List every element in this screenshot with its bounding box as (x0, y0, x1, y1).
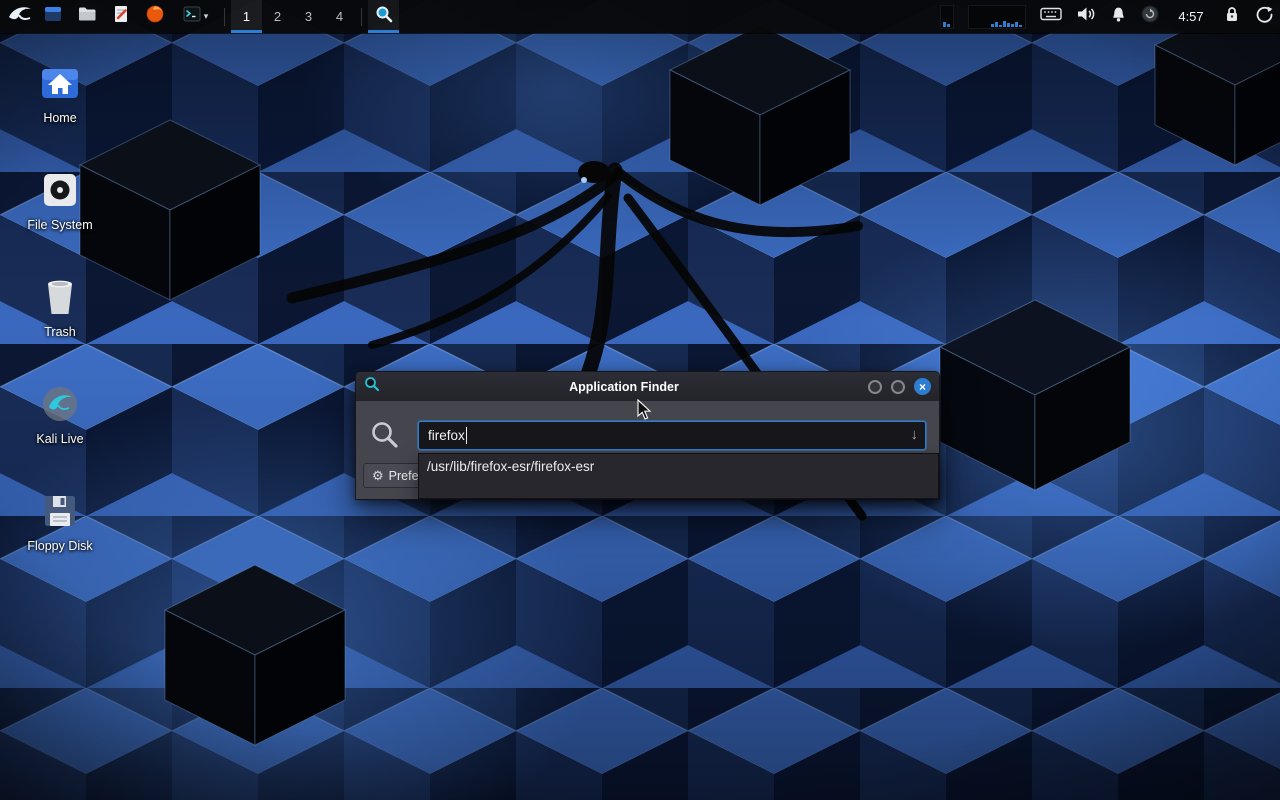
desktop-icon-label: Kali Live (36, 432, 83, 446)
lock-icon[interactable] (1223, 5, 1241, 28)
status-tray-circle-icon[interactable] (1141, 5, 1159, 28)
text-caret (466, 427, 468, 444)
launcher-dropdown-chevron-icon[interactable]: ▾ (204, 12, 209, 21)
maximize-button[interactable] (891, 380, 905, 394)
dropdown-arrow-icon[interactable]: ↓ (911, 426, 919, 443)
window-icon (43, 4, 63, 29)
floppy-disk-icon (40, 486, 80, 536)
screen: ▾ 1 2 3 4 (0, 0, 1280, 800)
launcher-window[interactable] (36, 0, 70, 33)
panel-separator (224, 8, 225, 26)
session-logout-icon[interactable] (1255, 5, 1274, 29)
mouse-cursor (637, 399, 653, 426)
launcher-file-manager[interactable] (70, 0, 104, 33)
desktop-icon-label: Home (43, 111, 76, 125)
desktop-icon-floppy-disk[interactable]: Floppy Disk (12, 486, 108, 553)
titlebar[interactable]: Application Finder × (356, 372, 939, 401)
launcher-text-editor[interactable] (104, 0, 138, 33)
desktop-icon-home[interactable]: Home (12, 58, 108, 125)
clock[interactable]: 4:57 (1173, 9, 1209, 24)
desktop-icon-label: File System (27, 218, 92, 232)
volume-icon[interactable] (1076, 6, 1096, 27)
workspace-switcher: 1 2 3 4 (231, 0, 355, 33)
system-monitor-small[interactable] (940, 5, 954, 29)
panel-separator (361, 8, 362, 26)
workspace-3[interactable]: 3 (293, 0, 324, 33)
minimize-button[interactable] (868, 380, 882, 394)
close-button[interactable]: × (914, 378, 931, 395)
launcher-terminal[interactable]: ▾ (172, 0, 218, 33)
desktop-icon-label: Floppy Disk (27, 539, 92, 553)
folder-icon (77, 4, 97, 29)
desktop-icon-label: Trash (44, 325, 76, 339)
finder-window-icon (364, 376, 380, 397)
firefox-icon (145, 4, 165, 29)
notifications-bell-icon[interactable] (1110, 6, 1127, 28)
search-icon (370, 420, 400, 455)
completion-popup: /usr/lib/firefox-esr/firefox-esr (418, 453, 939, 499)
completion-item[interactable]: /usr/lib/firefox-esr/firefox-esr (419, 454, 938, 479)
launcher-firefox[interactable] (138, 0, 172, 33)
workspace-1[interactable]: 1 (231, 0, 262, 33)
workspace-4[interactable]: 4 (324, 0, 355, 33)
kali-live-icon (39, 379, 81, 429)
workspace-2[interactable]: 2 (262, 0, 293, 33)
application-finder-window: Application Finder × firefox ↓ ⚙ (355, 371, 940, 500)
desktop-icon-file-system[interactable]: File System (12, 165, 108, 232)
text-editor-icon (111, 4, 131, 29)
keyboard-layout-icon[interactable] (1040, 6, 1062, 27)
terminal-icon (182, 4, 202, 29)
window-title: Application Finder (386, 380, 862, 394)
desktop-icon-kali-live[interactable]: Kali Live (12, 379, 108, 446)
file-system-icon (40, 165, 80, 215)
system-monitor-graph[interactable] (968, 5, 1026, 29)
trash-icon (43, 272, 77, 322)
gear-icon: ⚙ (372, 469, 384, 482)
app-finder-icon (375, 5, 393, 28)
home-icon (38, 58, 82, 108)
taskbar-application-finder[interactable] (368, 0, 399, 33)
desktop-icon-trash[interactable]: Trash (12, 272, 108, 339)
kali-menu-button[interactable] (4, 0, 36, 33)
kali-logo-icon (7, 3, 33, 30)
search-input[interactable]: firefox ↓ (418, 421, 926, 450)
top-panel: ▾ 1 2 3 4 (0, 0, 1280, 33)
search-input-value: firefox (428, 428, 465, 443)
